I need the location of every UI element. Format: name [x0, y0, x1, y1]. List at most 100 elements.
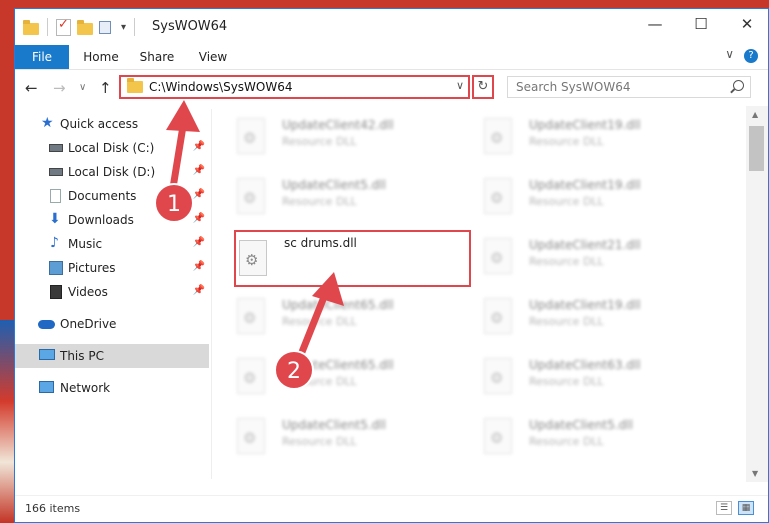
- sidebar-item-local-disk-d[interactable]: Local Disk (D:) 📌: [15, 160, 209, 184]
- file-item[interactable]: UpdateClient63.dll Resource DLL: [459, 350, 689, 402]
- address-path[interactable]: C:\Windows\SysWOW64: [149, 80, 293, 94]
- dll-file-icon: [237, 298, 265, 334]
- up-button[interactable]: ↑: [99, 79, 112, 97]
- pin-icon[interactable]: 📌: [193, 237, 205, 248]
- file-type: Resource DLL: [282, 315, 357, 328]
- item-count: 166 items: [25, 502, 81, 515]
- file-item[interactable]: UpdateClient19.dll Resource DLL: [459, 290, 689, 342]
- sidebar-item-label: Local Disk (D:): [68, 165, 156, 179]
- search-icon: [733, 80, 744, 91]
- sidebar-item-music[interactable]: ♪ Music 📌: [15, 232, 209, 256]
- tab-view[interactable]: View: [193, 45, 233, 69]
- file-type: Resource DLL: [282, 135, 357, 148]
- drive-icon: [49, 144, 63, 152]
- pin-icon[interactable]: 📌: [193, 165, 205, 176]
- file-name: UpdateClient42.dll: [282, 118, 394, 132]
- sidebar-item-this-pc[interactable]: This PC: [15, 344, 209, 368]
- sidebar-item-videos[interactable]: Videos 📌: [15, 280, 209, 304]
- sidebar-item-local-disk-c[interactable]: Local Disk (C:) 📌: [15, 136, 209, 160]
- sidebar-item-network[interactable]: Network: [15, 376, 209, 400]
- help-button[interactable]: ?: [744, 49, 758, 63]
- pin-icon[interactable]: 📌: [193, 261, 205, 272]
- pin-icon[interactable]: 📌: [193, 189, 205, 200]
- toolbar-dropdown-icon[interactable]: ▾: [121, 22, 126, 33]
- sidebar-item-label: Music: [68, 237, 103, 251]
- videos-icon: [50, 285, 62, 299]
- address-bar[interactable]: C:\Windows\SysWOW64 ∨: [119, 75, 470, 99]
- explorer-window: ▾ SysWOW64 — ☐ ✕ File Home Share View ∨ …: [14, 8, 769, 523]
- sidebar-item-label: Quick access: [60, 117, 139, 131]
- file-item[interactable]: UpdateClient5.dll Resource DLL: [212, 410, 442, 462]
- file-item[interactable]: UpdateClient21.dll Resource DLL: [459, 230, 689, 282]
- sidebar-item-onedrive[interactable]: OneDrive: [15, 312, 209, 336]
- sidebar-item-label: Pictures: [68, 261, 116, 275]
- scroll-down-icon[interactable]: ▼: [752, 469, 758, 478]
- file-item[interactable]: UpdateClient65.dll Resource DLL: [212, 290, 442, 342]
- network-icon: [39, 381, 54, 393]
- file-name: UpdateClient5.dll: [529, 418, 633, 432]
- file-type: Resource DLL: [529, 195, 604, 208]
- file-name: UpdateClient63.dll: [529, 358, 641, 372]
- new-folder-icon[interactable]: [77, 19, 93, 35]
- file-list: UpdateClient42.dll Resource DLL UpdateCl…: [212, 106, 746, 482]
- file-item[interactable]: UpdateClient65.dll Resource DLL: [212, 350, 442, 402]
- forward-button[interactable]: →: [53, 79, 66, 97]
- dll-file-icon: [237, 118, 265, 154]
- file-type: Resource DLL: [529, 375, 604, 388]
- sidebar-item-documents[interactable]: Documents 📌: [15, 184, 209, 208]
- sidebar-item-label: Videos: [68, 285, 108, 299]
- sidebar-item-pictures[interactable]: Pictures 📌: [15, 256, 209, 280]
- back-button[interactable]: ←: [25, 79, 38, 97]
- file-item[interactable]: UpdateClient5.dll Resource DLL: [459, 410, 689, 462]
- file-item[interactable]: UpdateClient42.dll Resource DLL: [212, 110, 442, 162]
- navigation-bar: ← → ∨ ↑ C:\Windows\SysWOW64 ∨ ↻ Search S…: [15, 70, 768, 106]
- pin-icon[interactable]: 📌: [193, 141, 205, 152]
- scrollbar-thumb[interactable]: [749, 126, 764, 171]
- dll-file-icon: [237, 418, 265, 454]
- file-item[interactable]: UpdateClient19.dll Resource DLL: [459, 110, 689, 162]
- sidebar-item-label: This PC: [60, 349, 104, 363]
- recent-locations-button[interactable]: ∨: [79, 82, 86, 93]
- file-item[interactable]: UpdateClient5.dll Resource DLL: [212, 170, 442, 222]
- pin-icon[interactable]: 📌: [193, 285, 205, 296]
- search-input[interactable]: Search SysWOW64: [516, 80, 630, 94]
- folder-icon: [23, 19, 39, 35]
- ribbon-expand-icon[interactable]: ∨: [725, 47, 734, 61]
- refresh-button[interactable]: ↻: [472, 75, 494, 99]
- ribbon-tabs: File Home Share View ∨ ?: [15, 45, 768, 70]
- file-item-sc-drums[interactable]: sc drums.dll: [234, 230, 471, 287]
- tab-share[interactable]: Share: [137, 45, 177, 69]
- customize-icon[interactable]: [99, 20, 115, 34]
- vertical-scrollbar[interactable]: ▲ ▼: [746, 106, 768, 482]
- dll-file-icon: [484, 118, 512, 154]
- file-name: UpdateClient5.dll: [282, 178, 386, 192]
- pin-icon[interactable]: 📌: [193, 213, 205, 224]
- tab-home[interactable]: Home: [79, 45, 123, 69]
- downloads-icon: ⬇: [49, 211, 61, 227]
- title-bar: ▾ SysWOW64 — ☐ ✕: [15, 9, 768, 45]
- onedrive-icon: [38, 320, 55, 329]
- dll-file-icon: [239, 240, 267, 276]
- close-button[interactable]: ✕: [724, 9, 769, 41]
- sidebar-item-label: Local Disk (C:): [68, 141, 155, 155]
- properties-check-icon[interactable]: [56, 17, 71, 36]
- search-box[interactable]: Search SysWOW64: [507, 76, 751, 98]
- pictures-icon: [49, 261, 63, 275]
- maximize-button[interactable]: ☐: [678, 9, 724, 41]
- scroll-up-icon[interactable]: ▲: [752, 110, 758, 119]
- sidebar-item-quick-access[interactable]: ★ Quick access: [15, 112, 209, 136]
- star-icon: ★: [41, 115, 54, 131]
- file-name: UpdateClient21.dll: [529, 238, 641, 252]
- sidebar-item-downloads[interactable]: ⬇ Downloads 📌: [15, 208, 209, 232]
- file-item[interactable]: UpdateClient19.dll Resource DLL: [459, 170, 689, 222]
- address-dropdown-icon[interactable]: ∨: [456, 79, 464, 92]
- details-view-icon[interactable]: ☰: [716, 501, 732, 515]
- window-title: SysWOW64: [152, 19, 228, 34]
- music-icon: ♪: [50, 235, 59, 251]
- large-icons-view-icon[interactable]: ▦: [738, 501, 754, 515]
- sidebar-item-label: Downloads: [68, 213, 134, 227]
- folder-icon: [127, 78, 143, 93]
- minimize-button[interactable]: —: [632, 9, 678, 41]
- documents-icon: [50, 189, 61, 203]
- tab-file[interactable]: File: [15, 45, 69, 69]
